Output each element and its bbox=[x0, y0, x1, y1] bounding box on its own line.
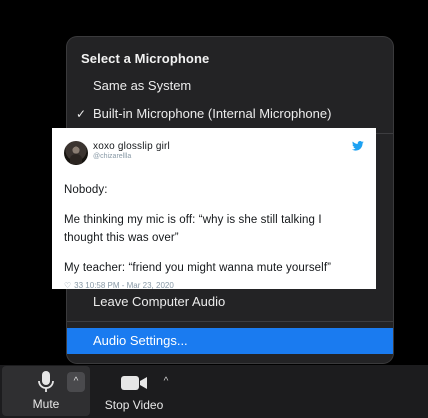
stop-video-label: Stop Video bbox=[104, 398, 164, 412]
video-camera-icon bbox=[121, 376, 147, 390]
mute-label: Mute bbox=[32, 397, 60, 411]
menu-divider bbox=[67, 321, 393, 322]
tweet-text-line: Me thinking my mic is off: “why is she s… bbox=[64, 214, 322, 226]
video-options-caret-button[interactable]: ^ bbox=[159, 374, 173, 390]
tweet-display-name: xoxo glosslip girl bbox=[93, 141, 170, 152]
tweet-meta-text: 33 10:58 PM - Mar 23, 2020 bbox=[74, 281, 174, 289]
menu-heading: Select a Microphone bbox=[81, 51, 210, 66]
zoom-screen: Select a Microphone Same as System ✓ Bui… bbox=[0, 0, 428, 418]
menu-item-same-as-system[interactable]: Same as System bbox=[67, 74, 393, 98]
tweet-text-line: thought this was over” bbox=[64, 232, 179, 244]
checkmark-icon: ✓ bbox=[76, 107, 87, 121]
tweet-handle: @chizarellla bbox=[93, 153, 132, 160]
menu-item-builtin-microphone[interactable]: ✓ Built-in Microphone (Internal Micropho… bbox=[67, 102, 393, 126]
twitter-bird-icon bbox=[352, 141, 364, 151]
menu-item-label: Built-in Microphone (Internal Microphone… bbox=[93, 106, 332, 121]
tweet-meta: ♡ 33 10:58 PM - Mar 23, 2020 bbox=[64, 281, 174, 289]
tweet-text-line: Nobody: bbox=[64, 184, 108, 196]
tweet-text-line: My teacher: “friend you might wanna mute… bbox=[64, 262, 332, 274]
menu-item-audio-settings[interactable]: Audio Settings... bbox=[67, 328, 393, 354]
meeting-toolbar: Mute ^ Stop Video ^ bbox=[0, 365, 428, 418]
microphone-icon bbox=[38, 371, 54, 392]
audio-options-caret-button[interactable]: ^ bbox=[67, 372, 85, 392]
heart-icon: ♡ bbox=[64, 281, 72, 289]
avatar bbox=[64, 141, 88, 165]
menu-item-label: Audio Settings... bbox=[93, 333, 188, 348]
menu-item-label: Same as System bbox=[93, 78, 192, 93]
menu-item-label: Leave Computer Audio bbox=[93, 294, 226, 309]
menu-item-leave-computer-audio[interactable]: Leave Computer Audio bbox=[67, 290, 393, 314]
tweet-card: xoxo glosslip girl @chizarellla Nobody: … bbox=[52, 128, 376, 289]
